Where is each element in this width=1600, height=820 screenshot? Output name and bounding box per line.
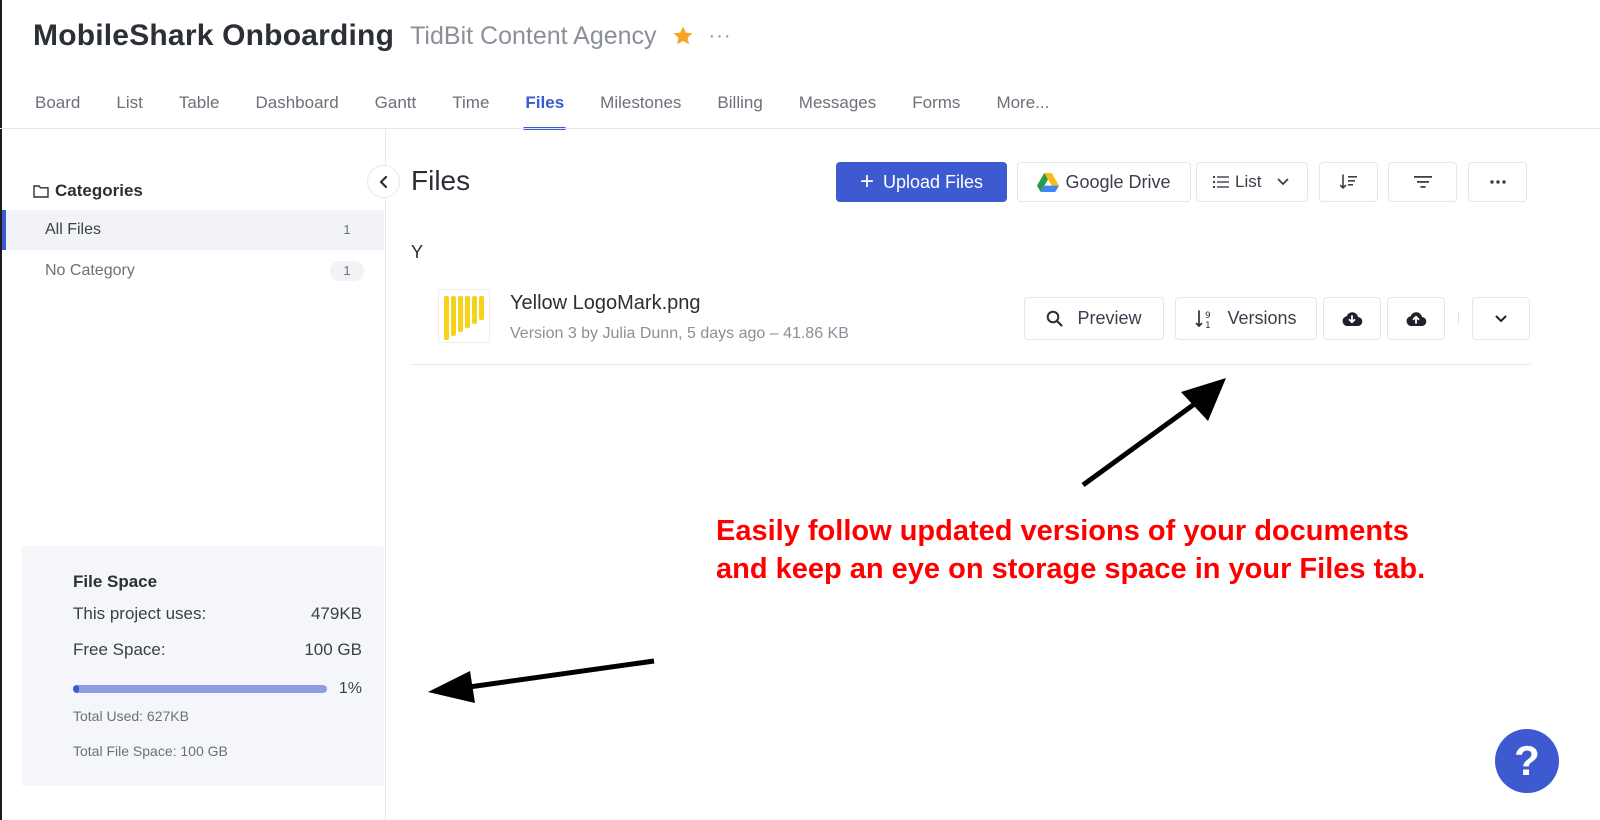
preview-label: Preview bbox=[1077, 308, 1142, 328]
file-space-panel: File Space This project uses: 479KB Free… bbox=[22, 546, 384, 786]
tab-dashboard[interactable]: Dashboard bbox=[255, 90, 338, 130]
annotation-callout: Easily follow updated versions of your d… bbox=[716, 515, 1426, 585]
cloud-download-icon bbox=[1342, 311, 1363, 326]
category-count: 1 bbox=[343, 222, 351, 237]
google-drive-icon bbox=[1037, 172, 1060, 192]
usage-progress-bar bbox=[73, 685, 327, 693]
tab-billing[interactable]: Billing bbox=[717, 90, 762, 130]
arrow-to-versions bbox=[1081, 378, 1226, 488]
folder-icon bbox=[33, 185, 49, 198]
workspace-name[interactable]: TidBit Content Agency bbox=[410, 22, 656, 51]
tab-table[interactable]: Table bbox=[179, 90, 220, 130]
versions-button[interactable]: 9 1 Versions bbox=[1175, 297, 1317, 340]
row-divider bbox=[1458, 311, 1459, 325]
project-more-icon[interactable]: ··· bbox=[709, 25, 732, 48]
tab-board[interactable]: Board bbox=[35, 90, 80, 130]
more-horizontal-icon bbox=[1489, 180, 1506, 184]
google-drive-label: Google Drive bbox=[1065, 171, 1171, 192]
file-row[interactable]: Yellow LogoMark.png Version 3 by Julia D… bbox=[411, 285, 1531, 365]
upload-version-button[interactable] bbox=[1387, 297, 1445, 340]
list-icon bbox=[1213, 176, 1229, 188]
file-name[interactable]: Yellow LogoMark.png bbox=[510, 292, 701, 315]
tab-time[interactable]: Time bbox=[452, 90, 489, 130]
search-icon bbox=[1047, 310, 1064, 327]
tab-messages[interactable]: Messages bbox=[799, 90, 876, 130]
view-mode-select[interactable]: List bbox=[1196, 162, 1308, 202]
svg-text:9: 9 bbox=[1205, 311, 1211, 321]
category-label: No Category bbox=[45, 262, 135, 279]
file-thumbnail[interactable] bbox=[438, 289, 490, 343]
row-expand-button[interactable] bbox=[1472, 297, 1530, 340]
download-button[interactable] bbox=[1323, 297, 1381, 340]
more-options-button[interactable] bbox=[1468, 162, 1527, 202]
page-title: Files bbox=[411, 165, 471, 196]
project-uses-value: 479KB bbox=[310, 604, 362, 623]
category-all-files[interactable]: All Files 1 bbox=[2, 210, 384, 250]
sort-icon bbox=[1339, 174, 1357, 190]
free-space-row: Free Space: 100 GB bbox=[73, 640, 362, 660]
svg-text:1: 1 bbox=[1205, 321, 1211, 329]
category-no-category[interactable]: No Category 1 bbox=[2, 251, 384, 291]
view-mode-label: List bbox=[1235, 172, 1262, 191]
tab-milestones[interactable]: Milestones bbox=[600, 90, 681, 130]
group-letter-heading: Y bbox=[411, 242, 424, 262]
arrow-to-file-space bbox=[428, 658, 655, 703]
plus-icon: + bbox=[859, 168, 874, 195]
google-drive-button[interactable]: Google Drive bbox=[1017, 162, 1191, 202]
free-space-value: 100 GB bbox=[304, 640, 362, 659]
chevron-left-icon bbox=[379, 175, 387, 188]
file-space-title: File Space bbox=[73, 572, 158, 591]
tab-more[interactable]: More... bbox=[996, 90, 1049, 130]
filter-icon bbox=[1413, 176, 1432, 188]
star-icon[interactable] bbox=[671, 24, 695, 48]
project-uses-label: This project uses: bbox=[73, 604, 207, 623]
tab-gantt[interactable]: Gantt bbox=[375, 90, 417, 130]
project-title: MobileShark Onboarding bbox=[33, 19, 395, 52]
categories-header: Categories bbox=[33, 181, 143, 201]
free-space-label: Free Space: bbox=[73, 640, 166, 659]
category-label: All Files bbox=[45, 221, 102, 238]
cloud-upload-icon bbox=[1406, 311, 1427, 326]
usage-bar-row: 1% bbox=[73, 680, 362, 698]
versions-sort-icon: 9 1 bbox=[1196, 309, 1211, 329]
upload-files-label: Upload Files bbox=[882, 171, 984, 192]
categories-sidebar: Categories All Files 1 No Category 1 Fil… bbox=[2, 129, 386, 820]
tab-list[interactable]: List bbox=[116, 90, 142, 130]
help-button[interactable]: ? bbox=[1495, 729, 1559, 793]
upload-files-button[interactable]: + Upload Files bbox=[836, 162, 1007, 202]
versions-label: Versions bbox=[1227, 308, 1297, 328]
file-meta: Version 3 by Julia Dunn, 5 days ago – 41… bbox=[510, 325, 849, 342]
usage-progress-fill bbox=[73, 685, 79, 693]
project-tabs: Board List Table Dashboard Gantt Time Fi… bbox=[35, 90, 1085, 130]
total-used: Total Used: 627KB bbox=[73, 708, 189, 724]
chevron-down-icon bbox=[1495, 315, 1507, 322]
total-file-space: Total File Space: 100 GB bbox=[73, 743, 228, 759]
tab-files[interactable]: Files bbox=[523, 90, 566, 130]
project-uses-row: This project uses: 479KB bbox=[73, 604, 362, 624]
category-count: 1 bbox=[330, 261, 364, 281]
sort-button[interactable] bbox=[1319, 162, 1378, 202]
yellow-logomark-image bbox=[444, 296, 484, 340]
chevron-down-icon bbox=[1278, 178, 1289, 186]
usage-percent: 1% bbox=[338, 680, 362, 697]
categories-label: Categories bbox=[55, 181, 143, 200]
tab-forms[interactable]: Forms bbox=[912, 90, 960, 130]
collapse-sidebar-button[interactable] bbox=[367, 165, 400, 198]
project-header: MobileShark Onboarding TidBit Content Ag… bbox=[33, 16, 732, 56]
preview-button[interactable]: Preview bbox=[1024, 297, 1164, 340]
filter-button[interactable] bbox=[1388, 162, 1457, 202]
